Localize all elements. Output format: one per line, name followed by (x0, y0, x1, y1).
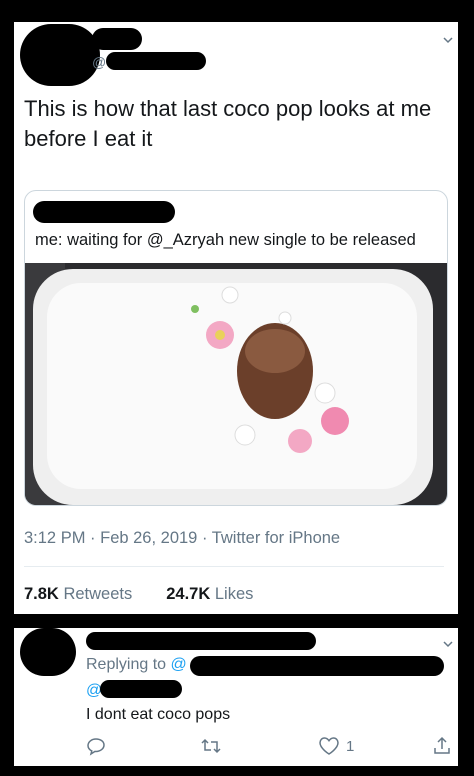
chevron-down-icon[interactable] (442, 34, 454, 46)
replying-to-label: Replying to (86, 656, 167, 673)
share-action[interactable] (432, 736, 452, 756)
redacted-reply-name (86, 632, 316, 650)
retweet-icon (201, 738, 221, 754)
retweets-label: Retweets (63, 585, 133, 603)
tweet-text: This is how that last coco pop looks at … (24, 96, 432, 151)
retweets-count: 7.8K (24, 585, 59, 603)
retweet-action[interactable] (200, 736, 222, 756)
chevron-down-icon[interactable] (442, 638, 454, 650)
reply-tweet[interactable]: Replying to @ @ I dont eat coco pops 1 (14, 628, 458, 766)
retweets-stat[interactable]: 7.8K Retweets (24, 585, 132, 604)
tweet-meta: 3:12 PM · Feb 26, 2019 · Twitter for iPh… (24, 529, 341, 547)
tweet-stats: 7.8K Retweets 24.7K Likes (24, 585, 253, 604)
redacted-display-name (92, 28, 142, 50)
reply-icon (87, 738, 105, 756)
like-action[interactable]: 1 (318, 736, 354, 756)
main-tweet: @ This is how that last coco pop looks a… (14, 22, 458, 614)
redacted-avatar (20, 24, 100, 86)
redacted-replying-handle-2 (100, 680, 182, 698)
reply-action[interactable] (86, 736, 106, 756)
quoted-tweet[interactable]: me: waiting for @_Azryah new single to b… (24, 190, 448, 506)
likes-label: Likes (214, 585, 254, 603)
replying-to-handle[interactable]: @ (171, 656, 187, 673)
heart-icon (319, 737, 339, 755)
reply-text: I dont eat coco pops (86, 706, 231, 723)
redacted-reply-avatar (20, 628, 76, 676)
likes-count: 24.7K (166, 585, 211, 603)
redacted-handle (106, 52, 206, 70)
redacted-quote-author (33, 201, 175, 223)
handle-prefix: @ (92, 54, 107, 70)
replying-to: Replying to @ (86, 656, 187, 674)
like-count: 1 (346, 737, 355, 755)
share-icon (434, 736, 450, 754)
redacted-replying-handle (190, 656, 444, 676)
quoted-tweet-image[interactable] (25, 263, 448, 506)
likes-stat[interactable]: 24.7K Likes (166, 585, 253, 604)
divider (24, 566, 444, 567)
quoted-tweet-text: me: waiting for @_Azryah new single to b… (35, 231, 416, 249)
